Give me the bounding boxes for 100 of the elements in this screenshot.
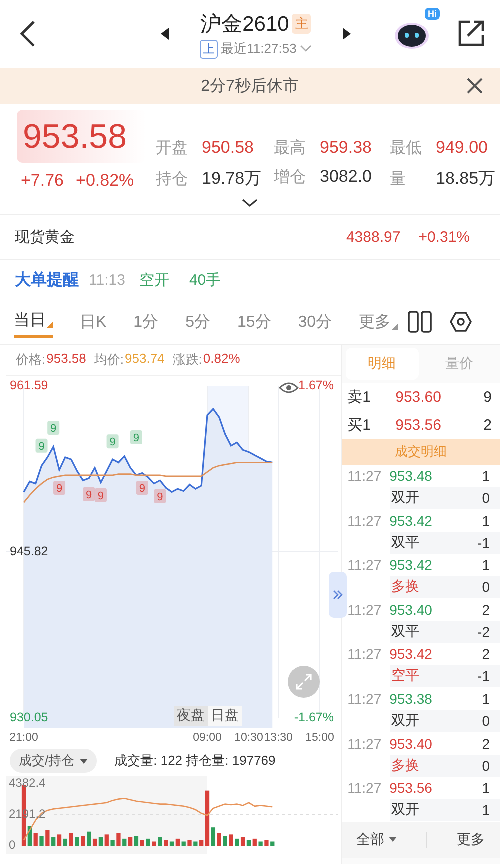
- trades-header: 成交明细: [342, 439, 500, 465]
- trade-quantity: 2: [482, 602, 490, 618]
- order-price: 953.60: [396, 388, 442, 406]
- position-change: 1: [482, 802, 490, 818]
- eye-icon[interactable]: [279, 382, 299, 394]
- period-tab[interactable]: 当日: [14, 306, 53, 338]
- signal-marker: 9: [94, 488, 107, 502]
- order-side: 卖1: [348, 388, 372, 406]
- trade-quantity: 1: [482, 512, 490, 529]
- signal-marker: 9: [154, 489, 166, 504]
- order-quantity: 9: [484, 388, 492, 406]
- y-axis-label: 961.59: [10, 378, 48, 392]
- x-axis-label: 10:30: [234, 732, 264, 744]
- x-axis-label: 09:00: [193, 732, 222, 744]
- trade-time: 11:27: [346, 780, 383, 796]
- spot-price: 4388.97: [346, 228, 401, 246]
- update-time: 最近11:27:53: [221, 40, 297, 58]
- position-change: 0: [482, 490, 490, 506]
- period-tab[interactable]: 15分: [237, 308, 272, 336]
- trade-quantity: 1: [482, 557, 490, 574]
- indicator-dropdown[interactable]: 成交/持仓: [10, 749, 97, 773]
- previous-arrow-icon[interactable]: [160, 28, 170, 40]
- detail-tab[interactable]: 量价: [422, 348, 496, 380]
- period-tab[interactable]: 更多: [359, 308, 398, 336]
- info-label: 涨跌:: [172, 351, 202, 369]
- stat-value: 3082.0: [320, 167, 372, 187]
- caret-icon: [80, 758, 88, 764]
- trade-price: 953.56: [390, 780, 434, 796]
- corner-triangle-icon: [392, 324, 398, 330]
- stat-value: 18.85万: [436, 168, 496, 190]
- collapse-tab-icon[interactable]: [328, 572, 347, 618]
- period-tab[interactable]: 1分: [134, 308, 159, 336]
- trade-type: 多换: [392, 756, 421, 775]
- signal-marker: 9: [130, 430, 142, 444]
- price-change: +7.76: [21, 171, 64, 191]
- alert-time: 11:13: [89, 272, 126, 288]
- signal-marker: 9: [36, 438, 48, 453]
- period-tab[interactable]: 日K: [80, 308, 107, 336]
- stat-label: 持仓: [156, 170, 189, 190]
- x-axis-label: 15:00: [306, 732, 334, 744]
- trade-price: 953.48: [390, 468, 434, 484]
- trade-price: 953.40: [390, 602, 434, 618]
- percent-change: +0.82%: [76, 171, 134, 191]
- y-axis-label: 945.82: [10, 544, 48, 558]
- period-tab[interactable]: 5分: [186, 308, 210, 336]
- info-value: 953.74: [125, 351, 165, 368]
- trade-time: 11:27: [346, 557, 383, 574]
- session-toggle[interactable]: 夜盘: [174, 706, 208, 726]
- back-icon[interactable]: [18, 19, 38, 49]
- more-button[interactable]: 更多: [457, 830, 486, 849]
- stat-label: 最低: [390, 139, 423, 159]
- split-layout-icon[interactable]: [408, 311, 432, 333]
- trade-type: 双开: [392, 712, 421, 730]
- spot-name: 现货黄金: [15, 228, 75, 246]
- stat-value: 950.58: [202, 138, 254, 158]
- trade-type: 空平: [392, 667, 421, 686]
- trade-time: 11:27: [346, 736, 383, 752]
- y-axis-label: 0: [9, 838, 16, 852]
- y-axis-label: 930.05: [10, 710, 48, 724]
- expand-chevron-icon[interactable]: [242, 199, 258, 208]
- stat-value: 19.78万: [202, 168, 262, 190]
- close-icon[interactable]: [466, 77, 484, 95]
- info-value: 0.82%: [203, 351, 240, 368]
- stat-label: 量: [390, 170, 407, 190]
- y-axis-label: 4382.4: [9, 776, 46, 790]
- position-change: 0: [482, 758, 490, 774]
- trade-price: 953.40: [390, 736, 434, 752]
- info-label: 价格:: [16, 351, 46, 369]
- session-toggle[interactable]: 日盘: [208, 706, 242, 726]
- trade-quantity: 1: [482, 780, 490, 796]
- signal-marker: 9: [48, 421, 60, 435]
- trade-type: 双平: [392, 534, 421, 552]
- lower-percent-label: -1.67%: [294, 710, 334, 724]
- spot-change: +0.31%: [418, 228, 470, 246]
- detail-tab[interactable]: 明细: [346, 348, 419, 380]
- next-arrow-icon[interactable]: [342, 28, 352, 40]
- order-quantity: 2: [484, 416, 492, 434]
- exchange-badge: 上: [200, 40, 218, 58]
- signal-marker: 9: [83, 487, 96, 502]
- trade-quantity: 1: [482, 468, 490, 484]
- alert-title[interactable]: 大单提醒: [15, 270, 79, 290]
- signal-marker: 9: [54, 481, 66, 495]
- position-change: 0: [482, 712, 490, 729]
- corner-triangle-icon: [47, 322, 53, 328]
- contract-title: 沪金2610: [200, 12, 290, 38]
- trade-type: 双平: [392, 622, 421, 641]
- x-axis-label: 21:00: [10, 732, 38, 744]
- trade-time: 11:27: [346, 468, 383, 484]
- trade-type: 多换: [392, 578, 421, 596]
- filter-dropdown[interactable]: 全部: [356, 830, 396, 849]
- alert-action: 空开: [139, 270, 170, 290]
- trade-price: 953.38: [390, 690, 434, 707]
- position-change: -1: [478, 534, 490, 551]
- stat-value: 949.00: [436, 138, 488, 158]
- stat-label: 开盘: [156, 139, 189, 159]
- period-tab[interactable]: 30分: [298, 308, 332, 336]
- trade-price: 953.42: [390, 512, 434, 529]
- trade-time: 11:27: [346, 512, 383, 529]
- settings-icon[interactable]: [450, 311, 472, 333]
- trade-price: 953.42: [390, 557, 434, 574]
